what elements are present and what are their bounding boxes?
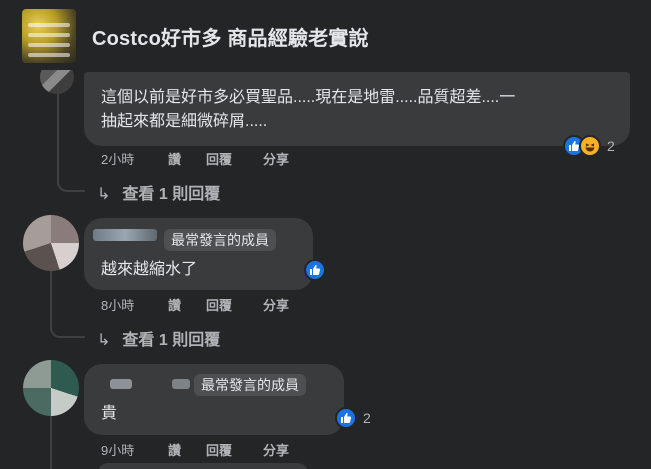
view-replies-label: 查看 1 則回覆	[122, 332, 221, 349]
thread-line	[50, 271, 52, 291]
share-button[interactable]: 分享	[263, 149, 289, 168]
view-replies-link[interactable]: ↳ 查看 1 則回覆	[97, 180, 220, 204]
reply-button[interactable]: 回覆	[206, 149, 232, 168]
like-button[interactable]: 讚	[168, 440, 181, 459]
reaction-count: 2	[607, 138, 615, 154]
reaction-summary[interactable]: 2	[335, 406, 371, 430]
share-button[interactable]: 分享	[263, 295, 289, 314]
group-header: Costco好市多 商品經驗老實說	[0, 0, 651, 70]
group-title[interactable]: Costco好市多 商品經驗老實說	[92, 22, 369, 51]
like-icon	[304, 259, 326, 281]
comment-text: 這個以前是好市多必買聖品.....現在是地雷.....品質超差....一	[101, 89, 516, 106]
member-badge: 最常發言的成員	[194, 374, 306, 396]
thread-elbow	[57, 88, 85, 192]
author-name[interactable]	[93, 229, 157, 241]
like-button[interactable]: 讚	[168, 295, 181, 314]
comment-bubble	[98, 463, 308, 469]
like-icon	[335, 407, 357, 429]
comment-actions: 8小時 讚 回覆 分享	[101, 295, 341, 313]
reaction-count: 2	[363, 410, 371, 426]
group-avatar[interactable]	[22, 9, 76, 63]
avatar[interactable]	[23, 360, 79, 416]
comment-actions: 2小時 讚 回覆 分享	[101, 149, 341, 167]
member-badge: 最常發言的成員	[164, 229, 276, 251]
reply-arrow-icon: ↳	[97, 186, 111, 203]
comment-text: 抽起來都是細微碎屑.....	[101, 113, 268, 130]
comment-time[interactable]: 2小時	[101, 149, 134, 168]
comment-text: 貴	[101, 405, 118, 422]
comment-actions: 9小時 讚 回覆 分享	[101, 440, 341, 458]
view-replies-link[interactable]: ↳ 查看 1 則回覆	[97, 326, 220, 350]
comment-time[interactable]: 8小時	[101, 295, 134, 314]
reply-button[interactable]: 回覆	[206, 440, 232, 459]
reaction-summary[interactable]: 2	[563, 134, 615, 158]
author-name[interactable]	[110, 379, 132, 389]
view-replies-label: 查看 1 則回覆	[122, 186, 221, 203]
comment-text: 越來越縮水了	[101, 261, 198, 278]
reply-button[interactable]: 回覆	[206, 295, 232, 314]
reply-arrow-icon: ↳	[97, 332, 111, 349]
haha-icon	[579, 135, 601, 157]
author-name[interactable]	[172, 379, 190, 389]
like-button[interactable]: 讚	[168, 149, 181, 168]
share-button[interactable]: 分享	[263, 440, 289, 459]
thread-line	[50, 416, 52, 469]
avatar[interactable]	[23, 215, 79, 271]
thread-elbow	[50, 290, 85, 338]
comment-time[interactable]: 9小時	[101, 440, 134, 459]
reaction-summary[interactable]	[304, 258, 326, 282]
